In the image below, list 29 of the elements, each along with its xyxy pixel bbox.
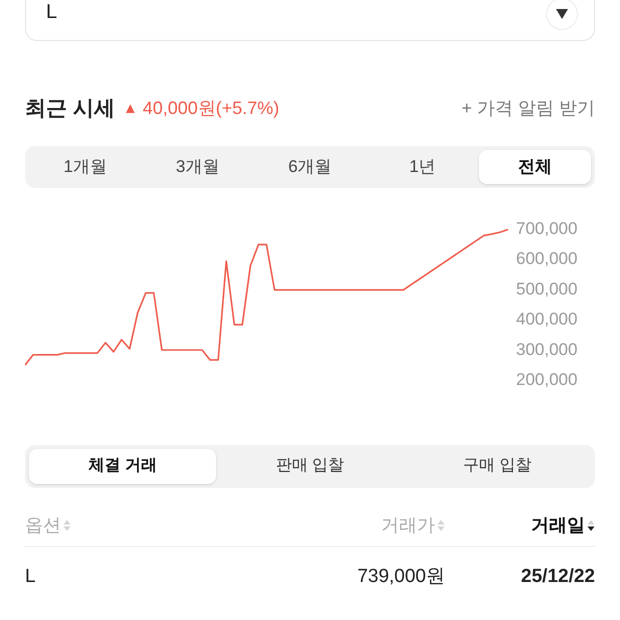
- period-tab[interactable]: 3개월: [141, 150, 254, 184]
- trade-tab[interactable]: 구매 입찰: [404, 448, 591, 484]
- trend-symbol: ▲: [122, 98, 138, 118]
- trade-tab[interactable]: 체결 거래: [29, 448, 216, 484]
- axis-label: 300,000: [516, 339, 578, 358]
- caret-icon: [556, 9, 568, 19]
- column-header[interactable]: 거래일: [445, 512, 595, 538]
- option-dropdown[interactable]: L: [25, 0, 595, 41]
- axis-label: 600,000: [516, 248, 578, 268]
- period-tab[interactable]: 6개월: [254, 150, 366, 184]
- table-cell-text: L: [25, 565, 37, 590]
- dropdown-value: L: [46, 0, 58, 25]
- sort-icon: [587, 518, 595, 532]
- price-change: 40,000원(+5.7%): [142, 97, 280, 120]
- trade-tab[interactable]: 판매 입찰: [216, 448, 404, 484]
- sort-icon: [63, 518, 71, 532]
- period-tab[interactable]: 1개월: [29, 150, 142, 184]
- table-cell-text: 739,000원: [356, 565, 445, 590]
- section-title: 최근 시세: [25, 96, 115, 122]
- dropdown-toggle[interactable]: [546, 0, 578, 30]
- axis-label: 500,000: [516, 278, 578, 298]
- sort-icon: [437, 518, 445, 532]
- price-alert-link[interactable]: + 가격 알림 받기: [461, 95, 595, 122]
- period-tab[interactable]: 1년: [366, 150, 479, 184]
- axis-label: 400,000: [516, 309, 578, 328]
- period-tab[interactable]: 전체: [478, 150, 592, 184]
- axis-label: 700,000: [516, 218, 578, 238]
- table-cell-text: 25/12/22: [520, 565, 595, 590]
- axis-label: 200,000: [516, 370, 578, 388]
